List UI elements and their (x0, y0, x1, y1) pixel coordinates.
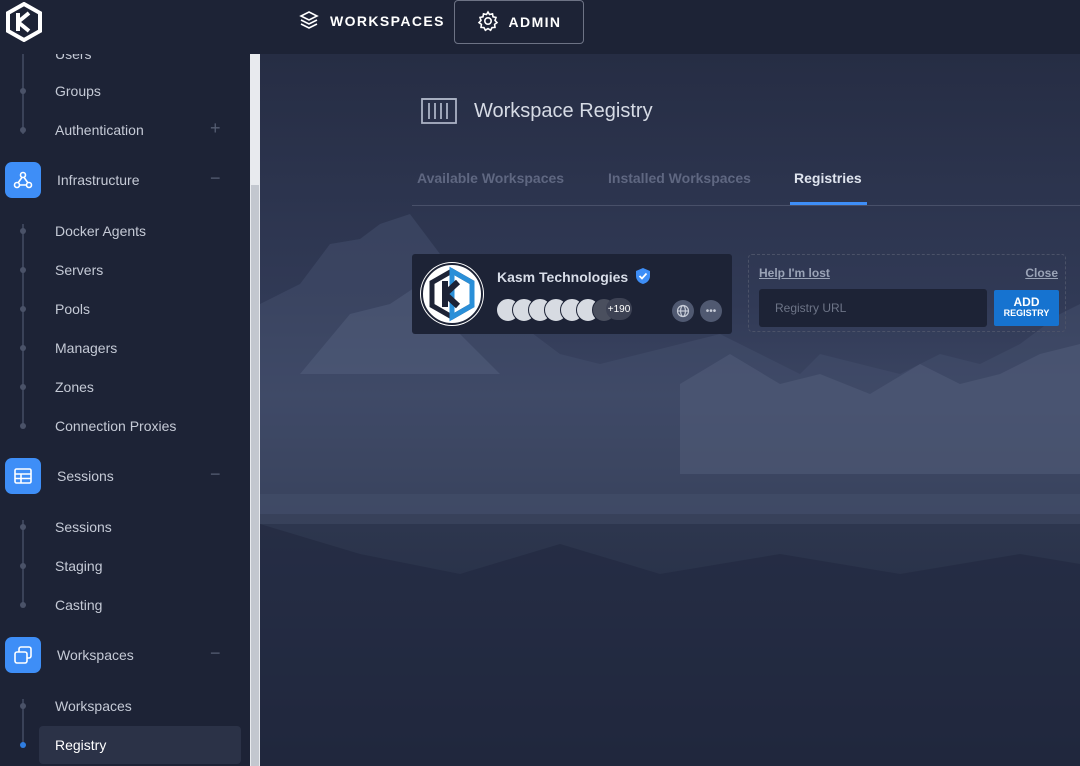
tab-registries[interactable]: Registries (794, 170, 862, 186)
section-label-sessions: Sessions (57, 468, 114, 484)
background-landscape (260, 54, 1080, 766)
workspaces-nav-button[interactable]: WORKSPACES (294, 0, 449, 42)
sidebar-item-authentication[interactable]: Authentication (55, 122, 144, 138)
tree-dot (20, 563, 26, 569)
sidebar-item-connection-proxies[interactable]: Connection Proxies (55, 418, 176, 434)
gear-icon (477, 9, 499, 35)
more-workspaces-count: +190 (606, 298, 632, 320)
tree-dot (20, 384, 26, 390)
help-link[interactable]: Help I'm lost (759, 266, 830, 280)
sidebar-section-workspaces[interactable]: Workspaces − (0, 635, 250, 675)
tree-dot (20, 88, 26, 94)
sidebar-item-casting[interactable]: Casting (55, 597, 102, 613)
sidebar-section-infrastructure[interactable]: Infrastructure − (0, 160, 250, 200)
top-bar: WORKSPACES ADMIN (0, 0, 1080, 54)
tree-dot (20, 267, 26, 273)
add-registry-button-line1: ADD (1013, 295, 1040, 309)
sidebar-item-workspaces[interactable]: Workspaces (55, 698, 132, 714)
add-registry-button-line2: REGISTRY (1003, 308, 1050, 318)
sidebar-item-groups[interactable]: Groups (55, 83, 101, 99)
tree-dot (20, 127, 26, 133)
windows-icon (5, 637, 41, 673)
container-icon (420, 96, 458, 131)
tree-dot-active (20, 742, 26, 748)
tabs-divider (412, 205, 1080, 206)
layers-icon (298, 9, 320, 34)
tab-available-workspaces[interactable]: Available Workspaces (417, 170, 564, 186)
workspaces-collapse-toggle[interactable]: − (210, 643, 221, 664)
sidebar-item-managers[interactable]: Managers (55, 340, 117, 356)
registry-url-input[interactable] (759, 289, 987, 327)
tree-dot (20, 228, 26, 234)
infrastructure-icon (5, 162, 41, 198)
admin-sidebar: Users Groups Authentication + Infrastruc… (0, 54, 250, 766)
admin-nav-label: ADMIN (508, 14, 562, 30)
sidebar-item-pools[interactable]: Pools (55, 301, 90, 317)
tree-dot (20, 703, 26, 709)
add-registry-button[interactable]: ADD REGISTRY (994, 290, 1059, 326)
sidebar-section-sessions[interactable]: Sessions − (0, 456, 250, 496)
tree-dot (20, 306, 26, 312)
add-registry-panel: Help I'm lost Close ADD REGISTRY (748, 254, 1066, 332)
tree-line (22, 54, 24, 134)
verified-badge-icon (635, 267, 651, 290)
registry-name: Kasm Technologies (497, 269, 629, 285)
sidebar-scrollbar-thumb[interactable] (251, 185, 259, 766)
sidebar-item-staging[interactable]: Staging (55, 558, 102, 574)
sidebar-item-users[interactable]: Users (55, 54, 92, 62)
sidebar-item-servers[interactable]: Servers (55, 262, 103, 278)
infrastructure-collapse-toggle[interactable]: − (210, 168, 221, 189)
sidebar-item-zones[interactable]: Zones (55, 379, 94, 395)
admin-nav-button[interactable]: ADMIN (454, 0, 584, 44)
tree-dot (20, 524, 26, 530)
ellipsis-icon[interactable]: ••• (700, 300, 722, 322)
globe-icon[interactable] (672, 300, 694, 322)
tree-line (22, 224, 24, 428)
sidebar-item-docker-agents[interactable]: Docker Agents (55, 223, 146, 239)
section-label-workspaces: Workspaces (57, 647, 134, 663)
sessions-collapse-toggle[interactable]: − (210, 464, 221, 485)
tree-dot (20, 345, 26, 351)
workspaces-nav-label: WORKSPACES (330, 13, 445, 29)
section-label-infrastructure: Infrastructure (57, 172, 140, 188)
active-tab-indicator (790, 202, 867, 205)
authentication-expand-toggle[interactable]: + (210, 118, 221, 139)
tree-dot (20, 423, 26, 429)
registry-card[interactable]: Kasm Technologies +190 ••• (412, 254, 732, 334)
sidebar-item-sessions[interactable]: Sessions (55, 519, 112, 535)
table-icon (5, 458, 41, 494)
tree-dot (20, 602, 26, 608)
page-title: Workspace Registry (474, 100, 653, 122)
sidebar-item-registry[interactable]: Registry (55, 737, 106, 753)
kasm-logo-icon[interactable] (4, 1, 44, 43)
tab-installed-workspaces[interactable]: Installed Workspaces (608, 170, 751, 186)
close-link[interactable]: Close (1025, 266, 1058, 280)
kasm-registry-logo (420, 262, 484, 326)
